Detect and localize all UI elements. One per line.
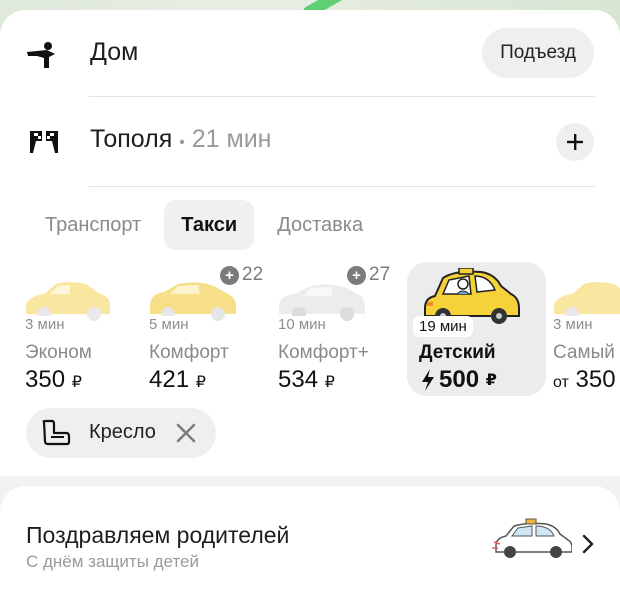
tariff-name: Эконом: [25, 342, 92, 363]
pedestrian-icon: [24, 40, 64, 70]
tariff-price: 350: [25, 366, 66, 393]
chevron-right-icon[interactable]: [581, 534, 595, 554]
chip-label: Кресло: [89, 421, 156, 443]
tariff-card-comfort[interactable]: +22 5 мин Комфорт 421 ₽: [146, 262, 268, 396]
tab-transport[interactable]: Транспорт: [28, 200, 158, 250]
tariff-price-wrap: 500 ₽: [421, 366, 497, 394]
kids-car-illustration: [492, 518, 572, 558]
promo-subtitle: С днём защиты детей: [26, 552, 199, 571]
route-duration: 21 мин: [191, 125, 272, 153]
tariff-price: 500: [439, 366, 480, 393]
tariff-price: 534: [278, 366, 319, 393]
lightning-icon: [422, 369, 434, 391]
tariff-card-econom[interactable]: 3 мин Эконом 350 ₽: [22, 262, 138, 396]
tariff-price-wrap: 421 ₽: [149, 366, 206, 394]
child-seat-chip[interactable]: Кресло: [26, 408, 216, 458]
tariff-name: Комфорт+: [278, 342, 369, 363]
tariff-card-comfort-plus[interactable]: +27 10 мин Комфорт+ 534 ₽: [275, 262, 399, 396]
tab-delivery[interactable]: Доставка: [260, 200, 380, 250]
finish-flags-icon: [24, 126, 64, 156]
price-prefix: от: [553, 374, 569, 391]
tariff-card-kids[interactable]: 19 мин Детский 500 ₽: [407, 262, 546, 396]
route-to-row[interactable]: Тополя • 21 мин: [0, 96, 620, 186]
promo-title: Поздравляем родителей: [26, 522, 290, 548]
tariff-eta: 5 мин: [146, 316, 192, 333]
tariff-eta: 3 мин: [22, 316, 68, 333]
entrance-button[interactable]: Подъезд: [482, 28, 594, 78]
currency-sign: ₽: [324, 374, 335, 391]
divider: [89, 186, 595, 187]
route-to-label: Тополя: [90, 125, 173, 153]
mode-tabs: Транспорт Такси Доставка: [28, 200, 380, 250]
tariff-price: 421: [149, 366, 190, 393]
tariff-list: 3 мин Эконом 350 ₽ +22 5 мин Комфорт 421…: [0, 262, 620, 398]
add-stop-button[interactable]: [556, 123, 594, 161]
tariff-price: 350: [575, 366, 616, 393]
tariff-price-wrap: от 350: [553, 366, 616, 394]
child-seat-icon: [42, 419, 71, 446]
tariff-name: Детский: [419, 342, 496, 363]
bonus-value: 27: [369, 264, 391, 285]
tariff-eta: 3 мин: [550, 316, 596, 333]
route-separator: •: [179, 134, 185, 151]
route-to-text: Тополя • 21 мин: [90, 125, 271, 154]
currency-sign: ₽: [71, 374, 82, 391]
tariff-name: Самый: [553, 342, 615, 363]
currency-sign: ₽: [195, 374, 206, 391]
tariff-name: Комфорт: [149, 342, 229, 363]
promo-card[interactable]: Поздравляем родителей С днём защиты дете…: [0, 486, 620, 600]
route-from-row[interactable]: Дом Подъезд: [0, 10, 620, 100]
tab-taxi[interactable]: Такси: [164, 200, 255, 250]
tariff-eta: 10 мин: [275, 316, 329, 333]
tariff-card-cheapest[interactable]: 3 мин Самый от 350: [550, 262, 620, 396]
currency-sign: ₽: [485, 372, 497, 389]
route-from-label: Дом: [90, 38, 139, 66]
close-icon[interactable]: [174, 421, 198, 445]
tariff-eta: 19 мин: [413, 316, 473, 337]
bonus-value: 22: [242, 264, 264, 285]
tariff-price-wrap: 350 ₽: [25, 366, 82, 394]
tariff-price-wrap: 534 ₽: [278, 366, 335, 394]
plus-icon: [567, 134, 583, 150]
